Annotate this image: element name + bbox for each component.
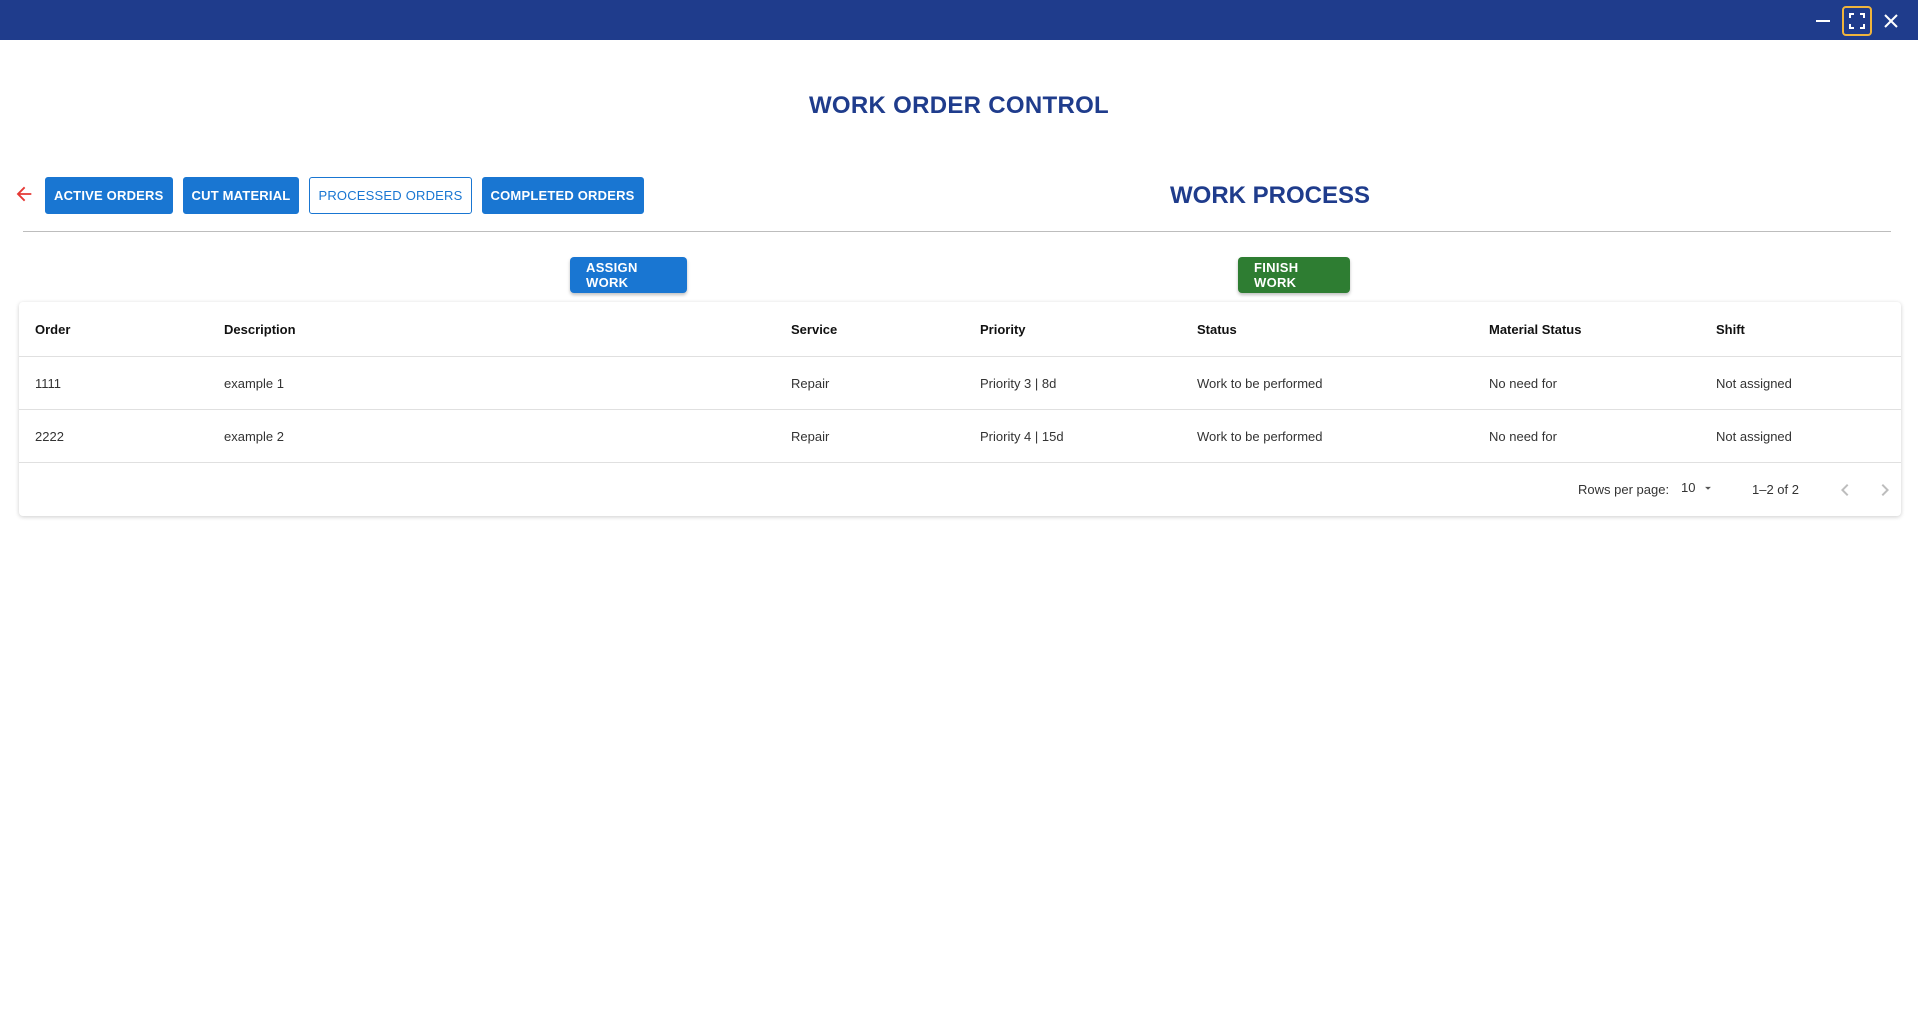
- column-header-order[interactable]: Order: [35, 302, 70, 356]
- assign-work-button[interactable]: ASSIGN WORK: [570, 257, 687, 293]
- close-button[interactable]: [1876, 6, 1906, 36]
- column-header-status[interactable]: Status: [1197, 302, 1237, 356]
- previous-page-icon[interactable]: [1833, 478, 1857, 502]
- column-header-priority[interactable]: Priority: [980, 302, 1026, 356]
- table-row[interactable]: 2222 example 2 Repair Priority 4 | 15d W…: [19, 410, 1901, 463]
- next-page-icon[interactable]: [1873, 478, 1897, 502]
- cell-status: Work to be performed: [1197, 375, 1323, 391]
- cell-order: 1111: [35, 375, 62, 391]
- cell-priority: Priority 4 | 15d: [980, 428, 1064, 444]
- window-titlebar: [0, 0, 1918, 40]
- minimize-icon: [1816, 20, 1830, 22]
- cell-status: Work to be performed: [1197, 428, 1323, 444]
- fullscreen-button[interactable]: [1842, 6, 1872, 36]
- order-tabs: ACTIVE ORDERS CUT MATERIAL PROCESSED ORD…: [45, 177, 644, 214]
- app-title: WORK ORDER CONTROL: [808, 92, 1110, 119]
- rows-per-page-value: 10: [1681, 480, 1696, 495]
- cell-service: Repair: [791, 428, 830, 444]
- pagination-range: 1–2 of 2: [1752, 482, 1799, 497]
- rows-per-page-select[interactable]: 10: [1681, 480, 1715, 495]
- finish-work-button[interactable]: FINISH WORK: [1238, 257, 1350, 293]
- tab-processed-orders[interactable]: PROCESSED ORDERS: [309, 177, 472, 214]
- cell-service: Repair: [791, 375, 830, 391]
- column-header-shift[interactable]: Shift: [1716, 302, 1745, 356]
- cell-material-status: No need for: [1489, 375, 1557, 391]
- cell-order: 2222: [35, 428, 64, 444]
- cell-description: example 1: [224, 375, 284, 391]
- dropdown-arrow-icon: [1705, 486, 1712, 490]
- tab-completed-orders[interactable]: COMPLETED ORDERS: [481, 177, 644, 214]
- cell-priority: Priority 3 | 8d: [980, 375, 1057, 391]
- window-controls: [1808, 6, 1906, 36]
- column-header-service[interactable]: Service: [791, 302, 837, 356]
- tab-active-orders[interactable]: ACTIVE ORDERS: [45, 177, 173, 214]
- cell-shift: Not assigned: [1716, 428, 1792, 444]
- column-header-material-status[interactable]: Material Status: [1489, 302, 1581, 356]
- minimize-button[interactable]: [1808, 6, 1838, 36]
- table-row[interactable]: 1111 example 1 Repair Priority 3 | 8d Wo…: [19, 357, 1901, 410]
- rows-per-page-label: Rows per page:: [1578, 482, 1670, 497]
- section-title: WORK PROCESS: [1170, 182, 1371, 209]
- cell-shift: Not assigned: [1716, 375, 1792, 391]
- table-pagination: Rows per page: 10 1–2 of 2: [19, 463, 1901, 516]
- close-icon: [1884, 14, 1898, 28]
- cell-description: example 2: [224, 428, 284, 444]
- orders-table: Order Description Service Priority Statu…: [19, 302, 1901, 516]
- fullscreen-icon: [1849, 13, 1865, 29]
- back-arrow-icon[interactable]: [13, 183, 35, 205]
- tab-cut-material[interactable]: CUT MATERIAL: [182, 177, 300, 214]
- cell-material-status: No need for: [1489, 428, 1557, 444]
- column-header-description[interactable]: Description: [224, 302, 296, 356]
- header-divider: [23, 231, 1891, 232]
- table-header-row: Order Description Service Priority Statu…: [19, 302, 1901, 357]
